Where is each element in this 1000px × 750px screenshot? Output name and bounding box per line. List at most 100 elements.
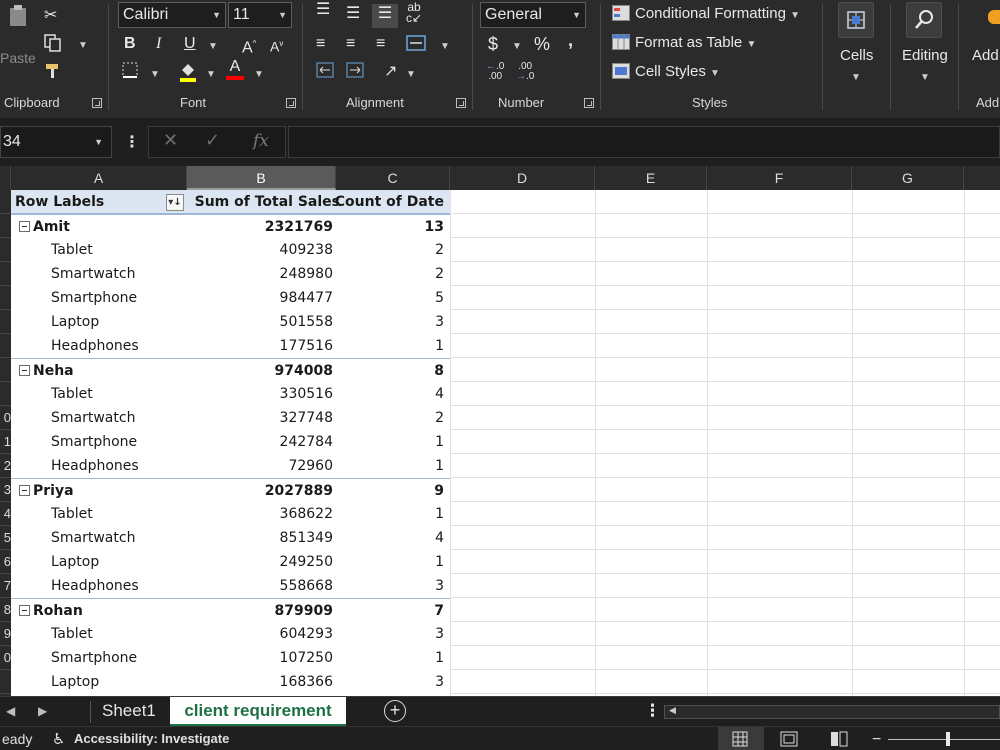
underline-button[interactable]: U bbox=[184, 34, 196, 54]
sales-value[interactable]: 409238 bbox=[280, 238, 333, 262]
count-value[interactable]: 2 bbox=[435, 406, 444, 430]
decrease-indent-icon[interactable] bbox=[316, 62, 334, 84]
pivot-item-row[interactable]: Smartphone 984477 5 bbox=[11, 286, 450, 310]
item-label[interactable]: Smartphone bbox=[51, 430, 137, 454]
count-value[interactable]: 1 bbox=[435, 454, 444, 478]
column-header-b[interactable]: B bbox=[187, 166, 336, 190]
count-value[interactable]: 1 bbox=[435, 334, 444, 358]
zoom-slider-track[interactable] bbox=[888, 739, 1000, 740]
paste-button[interactable]: Paste bbox=[0, 48, 36, 68]
scroll-right-icon[interactable]: ▶ bbox=[38, 697, 47, 727]
row-header[interactable] bbox=[0, 358, 11, 382]
item-label[interactable]: Smartphone bbox=[51, 286, 137, 310]
alignment-launcher-icon[interactable] bbox=[456, 98, 466, 108]
sales-value[interactable]: 368622 bbox=[280, 502, 333, 526]
count-value[interactable]: 3 bbox=[435, 622, 444, 646]
item-label[interactable]: Headphones bbox=[51, 574, 139, 598]
sales-value[interactable]: 879909 bbox=[275, 599, 333, 623]
sales-value[interactable]: 501558 bbox=[280, 310, 333, 334]
increase-decimal-button[interactable]: ←.0.00 bbox=[486, 62, 504, 82]
cancel-icon[interactable]: ✕ bbox=[163, 130, 178, 151]
percent-button[interactable]: % bbox=[534, 34, 550, 54]
column-header-f[interactable]: F bbox=[707, 166, 852, 190]
copy-dropdown-icon[interactable]: ▼ bbox=[78, 36, 88, 56]
collapse-icon[interactable] bbox=[19, 605, 30, 616]
pivot-group-row[interactable]: Neha 974008 8 bbox=[11, 358, 450, 382]
align-right-icon[interactable]: ≡ bbox=[376, 34, 385, 54]
pivot-item-row[interactable]: Smartphone 107250 1 bbox=[11, 646, 450, 670]
pivot-item-row[interactable]: Tablet 330516 4 bbox=[11, 382, 450, 406]
pivot-item-row[interactable]: Tablet 604293 3 bbox=[11, 622, 450, 646]
item-label[interactable]: Laptop bbox=[51, 670, 99, 694]
row-header[interactable]: 4 bbox=[0, 502, 11, 526]
row-labels-header[interactable]: Row Labels bbox=[15, 190, 104, 214]
sales-value[interactable]: 974008 bbox=[275, 359, 333, 383]
number-format-combo[interactable]: General ▼ bbox=[480, 2, 586, 28]
row-header[interactable] bbox=[0, 310, 11, 334]
pivot-item-row[interactable]: Smartwatch 327748 2 bbox=[11, 406, 450, 430]
more-options-icon[interactable]: ⋮ bbox=[124, 132, 140, 152]
text-direction-icon[interactable]: ↗ bbox=[384, 62, 397, 82]
paste-icon[interactable] bbox=[8, 4, 28, 26]
row-header[interactable] bbox=[0, 670, 11, 694]
pivot-item-row[interactable]: Headphones 558668 3 bbox=[11, 574, 450, 598]
text-direction-dropdown-icon[interactable]: ▼ bbox=[406, 65, 416, 85]
currency-button[interactable]: $ bbox=[488, 34, 498, 54]
editing-button[interactable]: Editing bbox=[902, 46, 948, 66]
count-value[interactable]: 4 bbox=[435, 382, 444, 406]
row-header[interactable]: 8 bbox=[0, 598, 11, 622]
column-header-c[interactable]: C bbox=[336, 166, 450, 190]
formula-input[interactable] bbox=[288, 126, 1000, 158]
row-header[interactable] bbox=[0, 286, 11, 310]
count-value[interactable]: 8 bbox=[434, 359, 444, 383]
count-value[interactable]: 2 bbox=[435, 238, 444, 262]
sales-value[interactable]: 249250 bbox=[280, 550, 333, 574]
sales-value[interactable]: 242784 bbox=[280, 430, 333, 454]
font-size-combo[interactable]: 11 ▼ bbox=[228, 2, 292, 28]
editing-icon[interactable] bbox=[906, 2, 942, 38]
cells-icon[interactable] bbox=[838, 2, 874, 38]
row-header[interactable]: 9 bbox=[0, 622, 11, 646]
count-value[interactable]: 3 bbox=[435, 670, 444, 694]
row-header[interactable] bbox=[0, 382, 11, 406]
count-value[interactable]: 1 bbox=[435, 502, 444, 526]
normal-view-button[interactable] bbox=[718, 727, 764, 750]
add-sheet-icon[interactable]: + bbox=[384, 700, 406, 722]
align-left-icon[interactable]: ≡ bbox=[316, 34, 325, 54]
font-name-combo[interactable]: Calibri ▼ bbox=[118, 2, 226, 28]
pivot-group-row[interactable]: Amit 2321769 13 bbox=[11, 214, 450, 238]
row-header[interactable] bbox=[0, 214, 11, 238]
decrease-decimal-button[interactable]: .00 →.0 bbox=[516, 62, 534, 82]
count-value[interactable]: 13 bbox=[425, 215, 444, 239]
fill-color-icon[interactable] bbox=[178, 60, 198, 88]
accessibility-icon[interactable]: ♿ bbox=[52, 730, 65, 748]
count-value[interactable]: 9 bbox=[434, 479, 444, 503]
row-header[interactable] bbox=[0, 238, 11, 262]
horizontal-scrollbar[interactable]: ◀ bbox=[664, 705, 1000, 719]
name-box[interactable]: 34 ▼ bbox=[0, 126, 112, 158]
item-label[interactable]: Tablet bbox=[51, 382, 93, 406]
cell-styles-button[interactable]: Cell Styles ▼ bbox=[612, 63, 720, 80]
column-header-a[interactable]: A bbox=[11, 166, 187, 190]
font-color-dropdown-icon[interactable]: ▼ bbox=[254, 65, 264, 85]
pivot-item-row[interactable]: Smartwatch 248980 2 bbox=[11, 262, 450, 286]
count-value[interactable]: 5 bbox=[435, 286, 444, 310]
tab-client-requirement[interactable]: client requirement bbox=[170, 697, 346, 727]
collapse-icon[interactable] bbox=[19, 365, 30, 376]
addins-button[interactable]: Add bbox=[972, 46, 999, 66]
pivot-group-row[interactable]: Rohan 879909 7 bbox=[11, 598, 450, 622]
count-value[interactable]: 7 bbox=[434, 599, 444, 623]
more-options-icon[interactable]: ⋮ bbox=[644, 697, 661, 727]
chevron-down-icon[interactable]: ▼ bbox=[572, 3, 581, 27]
comma-button[interactable]: , bbox=[568, 30, 573, 50]
increase-indent-icon[interactable] bbox=[346, 62, 364, 84]
cells-button[interactable]: Cells bbox=[840, 46, 873, 66]
borders-dropdown-icon[interactable]: ▼ bbox=[150, 65, 160, 85]
group-label-cell[interactable]: Amit bbox=[11, 215, 70, 239]
chevron-down-icon[interactable]: ▼ bbox=[920, 68, 930, 88]
zoom-slider-thumb[interactable] bbox=[946, 732, 950, 746]
sales-value[interactable]: 327748 bbox=[280, 406, 333, 430]
conditional-formatting-button[interactable]: Conditional Formatting ▼ bbox=[612, 5, 800, 22]
zoom-out-button[interactable]: − bbox=[872, 731, 881, 749]
decrease-font-icon[interactable]: Av bbox=[270, 34, 283, 57]
